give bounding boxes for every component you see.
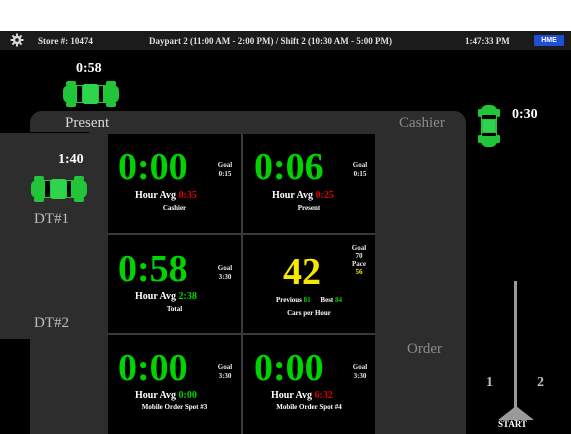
goal-value: 0:15 — [218, 170, 232, 178]
start-label: START — [498, 419, 528, 429]
dt2-label: DT#2 — [34, 315, 69, 331]
mobile-spot-3-tile[interactable]: 0:00 Goal 3:30 Hour Avg 0:00 Mobile Orde… — [108, 335, 241, 434]
mobile-4-time: 0:00 — [254, 347, 324, 389]
order-label: Order — [407, 341, 442, 357]
present-time: 0:06 — [254, 146, 324, 188]
cashier-label: Cashier — [399, 115, 445, 131]
mobile-4-hour-avg: Hour Avg 6:32 — [271, 390, 333, 401]
car-icon — [63, 81, 119, 107]
goal-value: 70 — [355, 252, 363, 260]
cph-previous-best: Previous 81 Best 84 — [243, 296, 375, 304]
top-car-timer: 0:58 — [76, 61, 102, 76]
cph-goal-pace: Goal 70 Pace 56 — [347, 244, 371, 276]
car-icon — [31, 176, 87, 202]
dt1-timer: 1:40 — [58, 152, 84, 167]
cph-name: Cars per Hour — [287, 309, 331, 317]
goal-value: 0:15 — [353, 170, 367, 178]
best-label: Best — [320, 296, 334, 304]
hour-avg-label: Hour Avg — [271, 390, 313, 401]
mobile-3-hour-avg: Hour Avg 0:00 — [135, 390, 197, 401]
present-name: Present — [297, 204, 321, 212]
hour-avg-label: Hour Avg — [135, 390, 177, 401]
hour-avg-label: Hour Avg — [272, 190, 314, 201]
lane-2-label: 2 — [537, 375, 544, 390]
goal-label: Goal — [217, 363, 233, 371]
mobile-4-name: Mobile Order Spot #4 — [276, 403, 342, 411]
pace-label: Pace — [352, 260, 366, 268]
cashier-tile[interactable]: 0:00 Goal 0:15 Hour Avg 0:35 Cashier — [108, 134, 241, 233]
cashier-time: 0:00 — [118, 146, 188, 188]
goal-label: Goal — [352, 363, 368, 371]
goal-label: Goal — [352, 161, 368, 169]
metrics-board: 0:00 Goal 0:15 Hour Avg 0:35 Cashier 0:0… — [108, 134, 375, 434]
pace-value: 56 — [355, 268, 363, 276]
present-hour-avg: Hour Avg 0:25 — [272, 190, 334, 201]
present-label: Present — [65, 115, 110, 131]
start-arrow-icon — [498, 406, 534, 420]
hour-avg-value: 0:00 — [178, 390, 197, 401]
mobile-4-goal: Goal 3:30 — [349, 363, 371, 381]
goal-label: Goal — [351, 244, 367, 252]
best-value: 84 — [335, 296, 343, 304]
goal-label: Goal — [217, 264, 233, 272]
present-goal: Goal 0:15 — [349, 161, 371, 179]
goal-value: 3:30 — [218, 273, 232, 281]
previous-value: 81 — [303, 296, 311, 304]
total-name: Total — [166, 305, 183, 313]
store-number: Store #: 10474 — [38, 36, 93, 46]
total-time: 0:58 — [118, 248, 188, 290]
mobile-3-goal: Goal 3:30 — [214, 363, 236, 381]
right-car-timer: 0:30 — [512, 107, 538, 122]
mobile-3-time: 0:00 — [118, 347, 188, 389]
cars-per-hour-tile[interactable]: 42 Goal 70 Pace 56 Previous 81 Best 84 C… — [243, 235, 375, 333]
dt1-label: DT#1 — [34, 211, 69, 227]
gear-icon[interactable] — [10, 33, 24, 47]
lane-divider — [514, 281, 517, 421]
daypart-info: Daypart 2 (11:00 AM - 2:00 PM) / Shift 2… — [149, 36, 392, 46]
hme-logo: HME — [534, 35, 564, 46]
status-bar: Store #: 10474 Daypart 2 (11:00 AM - 2:0… — [0, 31, 571, 50]
total-hour-avg: Hour Avg 2:38 — [135, 291, 197, 302]
drive-thru-dashboard: Store #: 10474 Daypart 2 (11:00 AM - 2:0… — [0, 31, 571, 434]
total-tile[interactable]: 0:58 Goal 3:30 Hour Avg 2:38 Total — [108, 235, 241, 333]
cars-per-hour-value: 42 — [283, 251, 321, 293]
total-goal: Goal 3:30 — [214, 264, 236, 282]
cashier-hour-avg: Hour Avg 0:35 — [135, 190, 197, 201]
hour-avg-value: 6:32 — [314, 390, 333, 401]
clock: 1:47:33 PM — [465, 36, 510, 46]
hour-avg-value: 2:38 — [178, 291, 197, 302]
present-tile[interactable]: 0:06 Goal 0:15 Hour Avg 0:25 Present — [243, 134, 375, 233]
hour-avg-label: Hour Avg — [135, 291, 177, 302]
hour-avg-label: Hour Avg — [135, 190, 177, 201]
goal-value: 3:30 — [353, 372, 367, 380]
previous-label: Previous — [275, 296, 302, 304]
hour-avg-value: 0:25 — [315, 190, 334, 201]
cashier-goal: Goal 0:15 — [214, 161, 236, 179]
hour-avg-value: 0:35 — [178, 190, 197, 201]
mobile-spot-4-tile[interactable]: 0:00 Goal 3:30 Hour Avg 6:32 Mobile Orde… — [243, 335, 375, 434]
mobile-3-name: Mobile Order Spot #3 — [141, 403, 208, 411]
goal-label: Goal — [217, 161, 233, 169]
car-icon — [478, 105, 500, 147]
lane-1-label: 1 — [486, 375, 493, 390]
goal-value: 3:30 — [218, 372, 232, 380]
cashier-name: Cashier — [162, 204, 187, 212]
